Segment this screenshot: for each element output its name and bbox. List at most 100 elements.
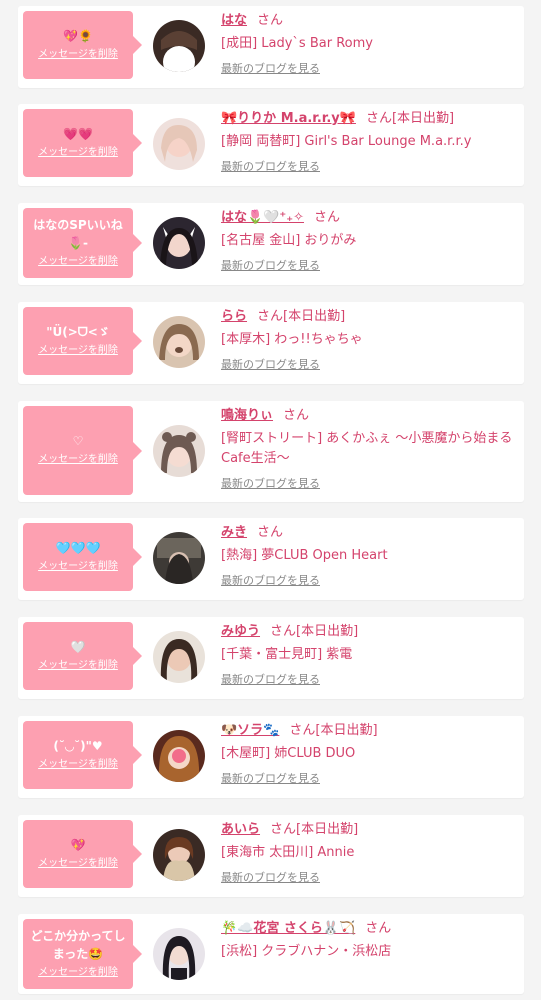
- message-text: 💗💗: [63, 126, 93, 141]
- shop-label: [名古屋 金山] おりがみ: [221, 233, 357, 248]
- avatar-photo-icon: [153, 829, 205, 881]
- san-label: さん: [257, 309, 284, 324]
- delete-message-link[interactable]: メッセージを削除: [38, 966, 118, 980]
- entry-info: 🐶ソラ🐾 さん[本日出勤] [木屋町] 姉CLUB DUO 最新のブログを見る: [221, 722, 516, 786]
- cast-name-link[interactable]: 🐶ソラ🐾: [221, 723, 279, 738]
- status-badge: [本日出勤]: [391, 111, 455, 126]
- delete-message-link[interactable]: メッセージを削除: [38, 758, 118, 772]
- avatar-photo-icon: [153, 532, 205, 584]
- avatar[interactable]: [153, 730, 205, 782]
- shop-label: [浜松] クラブハナン・浜松店: [221, 944, 392, 959]
- cast-name-link[interactable]: はな: [221, 13, 247, 28]
- message-bubble: 💖 メッセージを削除: [23, 820, 142, 888]
- avatar-photo-icon: [153, 730, 205, 782]
- avatar-photo-icon: [153, 928, 205, 980]
- status-badge: [本日出勤]: [296, 822, 359, 837]
- avatar[interactable]: [153, 631, 205, 683]
- list-item: (˘◡˘)"♥ メッセージを削除 🐶ソラ🐾 さん[本日出勤] [木屋町] 姉CLU…: [18, 716, 524, 798]
- avatar[interactable]: [153, 20, 205, 72]
- san-label: さん: [283, 408, 310, 423]
- san-label: さん: [270, 624, 297, 639]
- message-text: 🩵🩵🩵: [55, 540, 101, 555]
- cast-name-link[interactable]: はな🌷🤍⁺₊✧: [221, 210, 304, 225]
- san-label: さん: [365, 111, 392, 126]
- latest-blog-link[interactable]: 最新のブログを見る: [221, 673, 320, 686]
- cast-name-link[interactable]: 🎋☁️花宮 さくら🐰🏹: [221, 921, 355, 936]
- avatar-photo-icon: [153, 425, 205, 477]
- shop-label: [本厚木] わっ!!ちゃちゃ: [221, 332, 363, 347]
- san-label: さん: [314, 210, 341, 225]
- message-text: 🤍: [70, 639, 86, 654]
- message-bubble: 🤍 メッセージを削除: [23, 622, 142, 690]
- avatar-photo-icon: [153, 316, 205, 368]
- latest-blog-link[interactable]: 最新のブログを見る: [221, 62, 320, 75]
- entry-info: 🎋☁️花宮 さくら🐰🏹 さん [浜松] クラブハナン・浜松店: [221, 920, 516, 962]
- entry-info: 鳴海りぃ さん [腎町ストリート] あくかふぇ 〜小悪魔から始まるCafe生活〜 …: [221, 407, 516, 491]
- san-label: さん: [270, 822, 297, 837]
- san-label: さん: [289, 723, 316, 738]
- avatar[interactable]: [153, 928, 205, 980]
- shop-label: [熱海] 夢CLUB Open Heart: [221, 548, 388, 563]
- message-bubble: はなのSPいいね🌷- メッセージを削除: [23, 208, 142, 278]
- entry-info: はな さん [成田] Lady`s Bar Romy 最新のブログを見る: [221, 12, 516, 76]
- message-text: "Ü(>ᗜ<ゞ: [46, 324, 110, 339]
- san-label: さん: [257, 13, 284, 28]
- list-item: "Ü(>ᗜ<ゞ メッセージを削除 らら さん[本日出勤] [本厚木] わっ!!ちゃ…: [18, 302, 524, 384]
- shop-label: [木屋町] 姉CLUB DUO: [221, 746, 356, 761]
- message-text: はなのSPいいね🌷-: [33, 217, 123, 250]
- avatar[interactable]: [153, 118, 205, 170]
- message-bubble: "Ü(>ᗜ<ゞ メッセージを削除: [23, 307, 142, 375]
- cast-name-link[interactable]: みき: [221, 525, 247, 540]
- list-item: 💖 メッセージを削除 あいら さん[本日出勤] [東海市 太田川] Annie 最…: [18, 815, 524, 897]
- shop-label: [東海市 太田川] Annie: [221, 845, 355, 860]
- list-item: 💖🌻 メッセージを削除 はな さん [成田] Lady`s Bar Romy 最新…: [18, 6, 524, 88]
- latest-blog-link[interactable]: 最新のブログを見る: [221, 358, 320, 371]
- shop-label: [成田] Lady`s Bar Romy: [221, 36, 373, 51]
- list-item: どこか分かってしまった🤩 メッセージを削除 🎋☁️花宮 さくら🐰🏹 さん [浜松]…: [18, 914, 524, 994]
- avatar-photo-icon: [153, 118, 205, 170]
- latest-blog-link[interactable]: 最新のブログを見る: [221, 772, 320, 785]
- message-bubble: 💗💗 メッセージを削除: [23, 109, 142, 177]
- cast-name-link[interactable]: 🎀りりか M.a.r.r.y🎀: [221, 111, 356, 126]
- avatar[interactable]: [153, 316, 205, 368]
- delete-message-link[interactable]: メッセージを削除: [38, 344, 118, 358]
- message-text: ♡: [72, 434, 84, 448]
- latest-blog-link[interactable]: 最新のブログを見る: [221, 160, 320, 173]
- avatar[interactable]: [153, 425, 205, 477]
- avatar[interactable]: [153, 829, 205, 881]
- cast-name-link[interactable]: あいら: [221, 822, 260, 837]
- latest-blog-link[interactable]: 最新のブログを見る: [221, 871, 320, 884]
- latest-blog-link[interactable]: 最新のブログを見る: [221, 574, 320, 587]
- status-badge: [本日出勤]: [296, 624, 359, 639]
- cast-name-link[interactable]: らら: [221, 309, 247, 324]
- delete-message-link[interactable]: メッセージを削除: [38, 146, 118, 160]
- delete-message-link[interactable]: メッセージを削除: [38, 659, 118, 673]
- status-badge: [本日出勤]: [315, 723, 378, 738]
- cast-name-link[interactable]: 鳴海りぃ: [221, 408, 273, 423]
- entry-info: らら さん[本日出勤] [本厚木] わっ!!ちゃちゃ 最新のブログを見る: [221, 308, 516, 372]
- latest-blog-link[interactable]: 最新のブログを見る: [221, 477, 320, 490]
- list-item: 🤍 メッセージを削除 みゆう さん[本日出勤] [千葉・富士見町] 紫電 最新のブ…: [18, 617, 524, 699]
- shop-label: [腎町ストリート] あくかふぇ 〜小悪魔から始まるCafe生活〜: [221, 431, 513, 466]
- delete-message-link[interactable]: メッセージを削除: [38, 857, 118, 871]
- blank-avatar-icon: [153, 20, 205, 72]
- delete-message-link[interactable]: メッセージを削除: [38, 453, 118, 467]
- san-label: さん: [257, 525, 284, 540]
- delete-message-link[interactable]: メッセージを削除: [38, 560, 118, 574]
- san-label: さん: [365, 921, 392, 936]
- message-text: どこか分かってしまった🤩: [30, 928, 126, 961]
- list-item: はなのSPいいね🌷- メッセージを削除 はな🌷🤍⁺₊✧ さん [名古屋 金山] お…: [18, 203, 524, 285]
- message-bubble: 🩵🩵🩵 メッセージを削除: [23, 523, 142, 591]
- cast-name-link[interactable]: みゆう: [221, 624, 260, 639]
- avatar[interactable]: [153, 532, 205, 584]
- status-badge: [本日出勤]: [283, 309, 346, 324]
- delete-message-link[interactable]: メッセージを削除: [38, 255, 118, 269]
- delete-message-link[interactable]: メッセージを削除: [38, 48, 118, 62]
- avatar[interactable]: [153, 217, 205, 269]
- message-text: 💖: [70, 837, 86, 852]
- message-bubble: (˘◡˘)"♥ メッセージを削除: [23, 721, 142, 789]
- entry-info: みき さん [熱海] 夢CLUB Open Heart 最新のブログを見る: [221, 524, 516, 588]
- latest-blog-link[interactable]: 最新のブログを見る: [221, 259, 320, 272]
- entry-info: はな🌷🤍⁺₊✧ さん [名古屋 金山] おりがみ 最新のブログを見る: [221, 209, 516, 273]
- avatar-photo-icon: [153, 631, 205, 683]
